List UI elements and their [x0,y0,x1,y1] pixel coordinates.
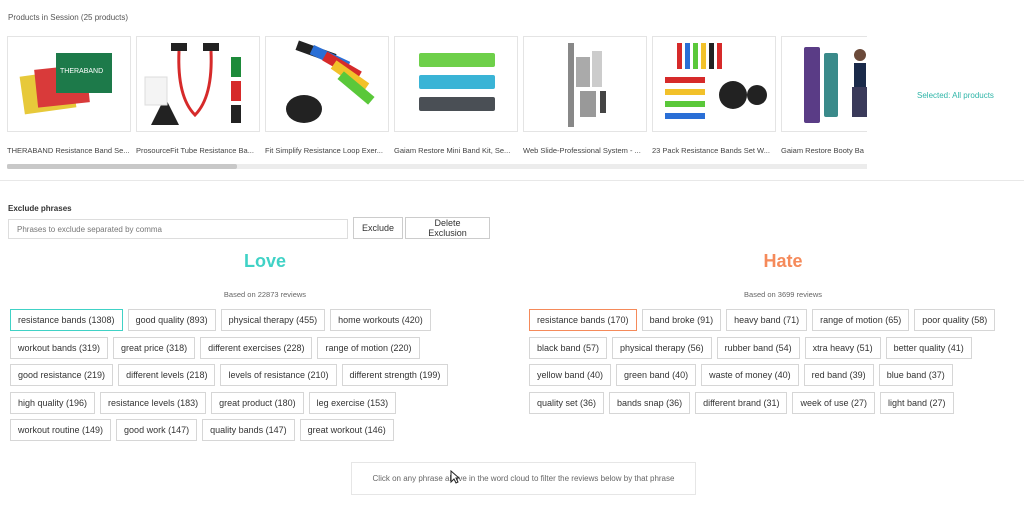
phrase-row: quality set (36) bands snap (36) differe… [529,391,1024,414]
hate-phrase[interactable]: week of use (27) [792,391,876,414]
product-image [781,36,867,132]
phrase-row: workout bands (319) great price (318) di… [10,336,490,359]
product-name: Fit Simplify Resistance Loop Exer... [265,146,383,155]
hate-phrase[interactable]: different brand (31) [695,391,788,414]
product-name: THERABAND Resistance Band Se... [7,146,130,155]
hate-phrase[interactable]: rubber band (54) [716,336,800,359]
love-phrase[interactable]: levels of resistance (210) [220,364,337,386]
love-phrase[interactable]: good resistance (219) [10,364,114,386]
exclude-phrases-input[interactable] [8,219,348,239]
love-phrase[interactable]: leg exercise (153) [308,391,397,414]
carousel-scrollbar-thumb[interactable] [7,164,237,169]
hate-phrase[interactable]: range of motion (65) [812,309,910,331]
phrase-row: high quality (196) resistance levels (18… [10,391,490,414]
hate-phrase[interactable]: resistance bands (170) [529,309,637,331]
product-name: Web Slide-Professional System - ... [523,146,641,155]
selected-products-label[interactable]: Selected: All products [917,91,994,100]
hate-phrase[interactable]: bands snap (36) [609,391,691,414]
love-phrase[interactable]: high quality (196) [10,391,96,414]
hate-phrase[interactable]: green band (40) [616,364,697,386]
product-card[interactable]: Gaiam Restore Mini Band Kit, Se... [394,36,518,155]
hate-phrase[interactable]: red band (39) [803,364,874,386]
product-carousel[interactable]: THERABAND THERABAND Resistance Band Se..… [7,36,867,170]
love-phrase[interactable]: great price (318) [113,336,196,359]
hate-phrase[interactable]: black band (57) [529,336,608,359]
love-title: Love [243,251,286,271]
love-phrase[interactable]: resistance bands (1308) [10,309,123,331]
product-card[interactable]: THERABAND THERABAND Resistance Band Se..… [7,36,131,155]
love-phrase[interactable]: resistance levels (183) [100,391,207,414]
delete-exclusion-button[interactable]: Delete Exclusion [405,217,490,239]
love-phrase[interactable]: great product (180) [211,391,304,414]
phrase-row: black band (57) physical therapy (56) ru… [529,336,1024,359]
product-card[interactable]: Gaiam Restore Booty Ba [781,36,867,155]
exclude-phrases-label: Exclude phrases [8,204,72,213]
love-phrase[interactable]: different strength (199) [341,364,449,386]
love-phrase[interactable]: good quality (893) [127,309,216,331]
product-image [136,36,260,132]
love-phrase[interactable]: different exercises (228) [200,336,313,359]
hate-phrase[interactable]: quality set (36) [529,391,605,414]
product-name: Gaiam Restore Mini Band Kit, Se... [394,146,511,155]
product-name: 23 Pack Resistance Bands Set W... [652,146,770,155]
product-image [394,36,518,132]
product-card[interactable]: Web Slide-Professional System - ... [523,36,647,155]
love-phrase[interactable]: home workouts (420) [330,309,431,331]
love-phrase[interactable]: different levels (218) [118,364,216,386]
hate-review-count: Based on 3699 reviews [744,290,822,299]
love-phrase[interactable]: quality bands (147) [202,419,295,441]
mouse-cursor-icon [450,470,460,484]
hate-phrase[interactable]: band broke (91) [641,309,722,331]
carousel-scrollbar[interactable] [7,164,867,169]
product-image [523,36,647,132]
hate-phrase[interactable]: poor quality (58) [914,309,996,331]
hate-word-cloud: resistance bands (170) band broke (91) h… [529,309,1024,419]
product-name: Gaiam Restore Booty Ba [781,146,864,155]
session-title: Products in Session (25 products) [8,13,129,22]
product-image [652,36,776,132]
hate-phrase[interactable]: blue band (37) [878,364,953,386]
svg-text:THERABAND: THERABAND [60,68,103,75]
love-phrase[interactable]: good work (147) [116,419,198,441]
hate-title: Hate [763,251,803,271]
hate-phrase[interactable]: xtra heavy (51) [804,336,881,359]
love-phrase[interactable]: range of motion (220) [317,336,420,359]
hate-phrase[interactable]: physical therapy (56) [612,336,712,359]
love-word-cloud: resistance bands (1308) good quality (89… [10,309,490,447]
phrase-row: resistance bands (1308) good quality (89… [10,309,490,331]
hate-phrase[interactable]: heavy band (71) [726,309,808,331]
product-card[interactable]: ProsourceFit Tube Resistance Ba... [136,36,260,155]
hate-phrase[interactable]: light band (27) [880,391,954,414]
exclude-button[interactable]: Exclude [353,217,403,239]
phrase-row: workout routine (149) good work (147) qu… [10,419,490,441]
product-card[interactable]: Fit Simplify Resistance Loop Exer... [265,36,389,155]
product-image [265,36,389,132]
love-phrase[interactable]: great workout (146) [299,419,394,441]
love-review-count: Based on 22873 reviews [223,290,307,299]
phrase-row: resistance bands (170) band broke (91) h… [529,309,1024,331]
phrase-row: good resistance (219) different levels (… [10,364,490,386]
product-card[interactable]: 23 Pack Resistance Bands Set W... [652,36,776,155]
love-phrase[interactable]: workout bands (319) [10,336,109,359]
hate-phrase[interactable]: waste of money (40) [701,364,799,386]
love-phrase[interactable]: physical therapy (455) [220,309,326,331]
word-cloud-hint: Click on any phrase above in the word cl… [351,462,696,495]
hate-phrase[interactable]: yellow band (40) [529,364,612,386]
love-phrase[interactable]: workout routine (149) [10,419,112,441]
product-image: THERABAND [7,36,131,132]
product-name: ProsourceFit Tube Resistance Ba... [136,146,254,155]
hate-phrase[interactable]: better quality (41) [885,336,972,359]
section-divider [0,180,1024,181]
phrase-row: yellow band (40) green band (40) waste o… [529,364,1024,386]
